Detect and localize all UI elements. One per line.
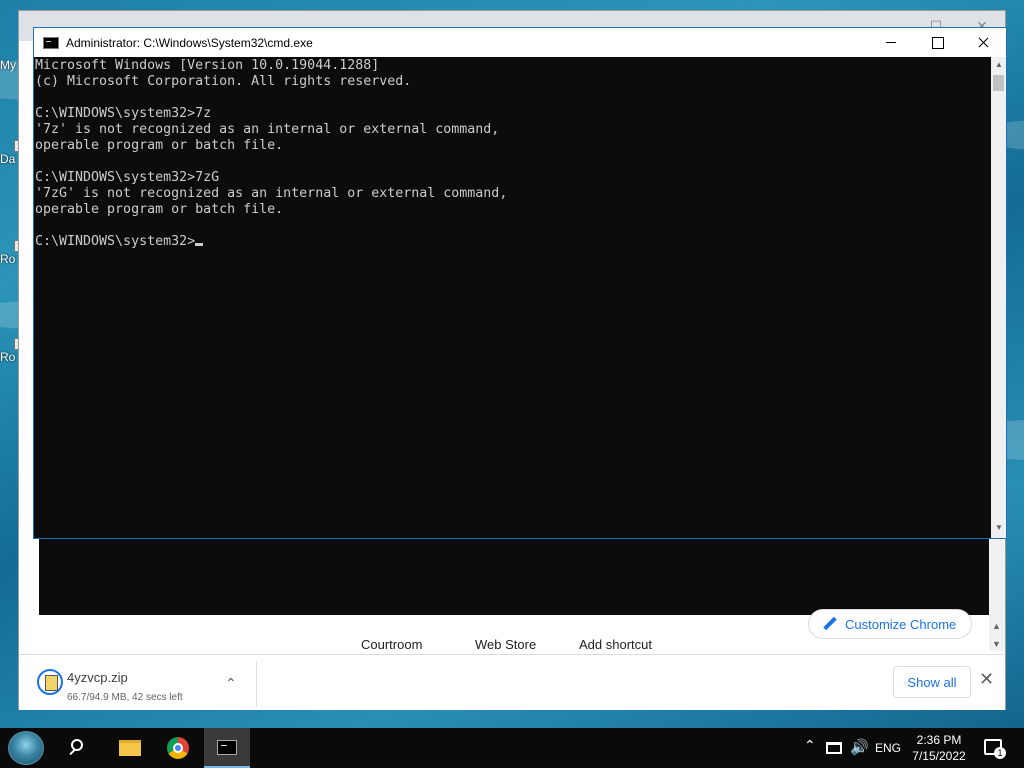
taskbar: ⌃ 🔊 ENG 2:36 PM 7/15/2022 1 bbox=[0, 728, 1024, 768]
console-line: C:\WINDOWS\system32>7z bbox=[35, 106, 212, 121]
download-shelf: 4yzvcp.zip 66.7/94.9 MB, 42 secs left ⌃ … bbox=[19, 654, 1005, 710]
desktop-icon-label: My bbox=[0, 58, 16, 72]
chrome-content-dark bbox=[39, 531, 1001, 615]
shortcut-web-store[interactable]: Web Store bbox=[475, 637, 536, 652]
console-line: C:\WINDOWS\system32>7zG bbox=[35, 170, 220, 185]
console-line: operable program or batch file. bbox=[35, 202, 284, 217]
volume-icon[interactable]: 🔊 bbox=[850, 738, 869, 756]
console-line: Microsoft Windows [Version 10.0.19044.12… bbox=[35, 58, 380, 73]
chevron-up-icon[interactable]: ⌃ bbox=[225, 675, 237, 692]
cmd-window[interactable]: Administrator: C:\Windows\System32\cmd.e… bbox=[33, 27, 1007, 539]
network-icon[interactable] bbox=[826, 742, 842, 754]
customize-chrome-button[interactable]: Customize Chrome bbox=[808, 609, 972, 639]
clock-time: 2:36 PM bbox=[916, 733, 962, 747]
desktop-icon-label: Da bbox=[0, 152, 16, 166]
cmd-titlebar[interactable]: Administrator: C:\Windows\System32\cmd.e… bbox=[34, 28, 1006, 57]
console-line: '7z' is not recognized as an internal or… bbox=[35, 122, 500, 137]
clock[interactable]: 2:36 PM 7/15/2022 bbox=[908, 732, 970, 764]
download-status: 66.7/94.9 MB, 42 secs left bbox=[67, 692, 183, 703]
console-line: C:\WINDOWS\system32> bbox=[35, 234, 989, 250]
download-filename: 4yzvcp.zip bbox=[67, 670, 128, 685]
desktop-icon-label: Ro bbox=[0, 252, 16, 266]
text-cursor bbox=[195, 243, 204, 246]
scroll-up-icon[interactable]: ▲ bbox=[992, 621, 1001, 631]
scroll-up-icon[interactable]: ▲ bbox=[995, 60, 1003, 69]
desktop-icon-label: Ro bbox=[0, 350, 16, 364]
search-icon[interactable] bbox=[56, 728, 100, 768]
close-icon[interactable] bbox=[960, 28, 1006, 57]
desktop-icon[interactable]: Da bbox=[0, 140, 20, 166]
customize-chrome-label: Customize Chrome bbox=[845, 616, 957, 632]
pencil-icon bbox=[823, 617, 837, 631]
chevron-up-icon[interactable]: ⌃ bbox=[804, 737, 816, 754]
shortcut-courtroom[interactable]: Courtroom bbox=[361, 637, 422, 652]
close-icon[interactable]: ✕ bbox=[979, 669, 994, 690]
console-line: operable program or batch file. bbox=[35, 138, 284, 153]
notification-badge: 1 bbox=[994, 747, 1006, 759]
window-title: Administrator: C:\Windows\System32\cmd.e… bbox=[66, 35, 313, 50]
show-all-button[interactable]: Show all bbox=[893, 666, 971, 698]
file-explorer-icon[interactable] bbox=[108, 728, 152, 768]
desktop-icon[interactable]: My bbox=[0, 58, 20, 72]
cmd-scrollbar[interactable]: ▲ ▼ bbox=[991, 57, 1006, 538]
scroll-down-icon[interactable]: ▼ bbox=[995, 523, 1003, 532]
scroll-thumb[interactable] bbox=[993, 75, 1004, 91]
language-indicator[interactable]: ENG bbox=[875, 741, 901, 755]
chrome-icon[interactable] bbox=[156, 728, 200, 768]
clock-date: 7/15/2022 bbox=[912, 749, 966, 763]
shortcut-add[interactable]: Add shortcut bbox=[579, 637, 652, 652]
console-line: '7zG' is not recognized as an internal o… bbox=[35, 186, 508, 201]
start-icon[interactable] bbox=[8, 731, 44, 765]
scroll-down-icon[interactable]: ▼ bbox=[992, 639, 1001, 649]
minimize-icon[interactable] bbox=[868, 28, 914, 57]
maximize-icon[interactable] bbox=[914, 28, 960, 57]
download-item[interactable]: 4yzvcp.zip 66.7/94.9 MB, 42 secs left ⌃ bbox=[27, 661, 257, 707]
console-line: (c) Microsoft Corporation. All rights re… bbox=[35, 74, 412, 89]
console-output[interactable]: Microsoft Windows [Version 10.0.19044.12… bbox=[34, 57, 989, 538]
cmd-icon bbox=[43, 36, 59, 49]
zip-file-icon bbox=[37, 669, 63, 695]
desktop-icon[interactable]: Ro bbox=[0, 240, 20, 266]
cmd-taskbar-icon[interactable] bbox=[204, 728, 250, 768]
chrome-scrollbar[interactable]: ▲ ▼ bbox=[989, 531, 1005, 651]
desktop-icon[interactable]: Ro bbox=[0, 338, 20, 364]
